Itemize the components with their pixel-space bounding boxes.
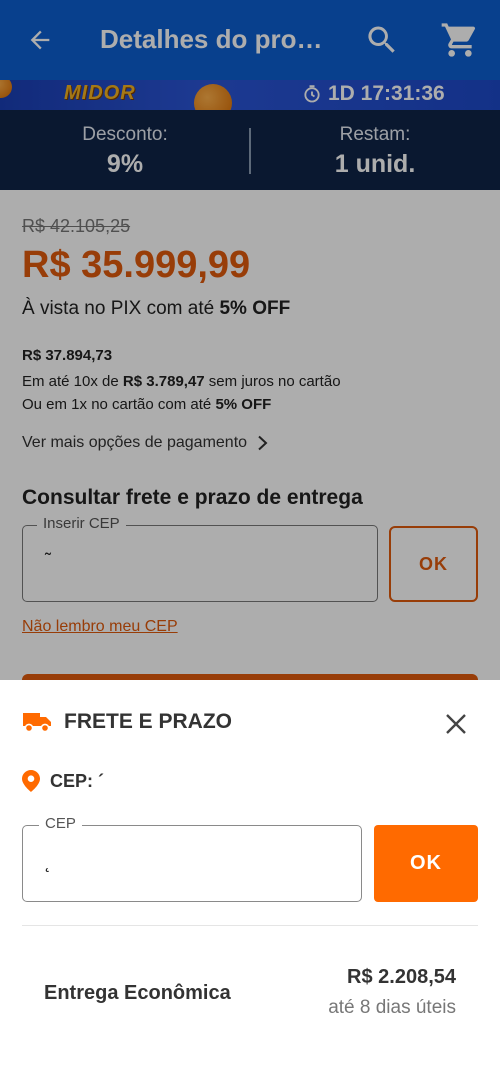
shipping-option-name: Entrega Econômica [44,982,231,1004]
sheet-ok-button[interactable]: OK [374,825,478,902]
truck-icon [23,713,51,733]
current-cep: CEP: ´ [22,770,104,792]
sheet-cep-value: ˛ [45,852,51,872]
close-icon [446,714,466,734]
shipping-option-eta: até 8 dias úteis [328,997,456,1018]
sheet-cep-input[interactable]: CEP ˛ [22,815,362,902]
close-button[interactable] [440,708,472,740]
sheet-title: FRETE E PRAZO [64,710,233,733]
sheet-cep-label: CEP [39,815,82,832]
sheet-header: FRETE E PRAZO [22,710,232,734]
current-cep-label: CEP: ´ [50,770,104,791]
shipping-bottom-sheet: FRETE E PRAZO CEP: ´ CEP ˛ OK Entrega Ec… [0,680,500,1071]
location-pin-icon [22,770,40,792]
shipping-option-price: R$ 2.208,54 [347,966,456,988]
sheet-divider [22,925,478,926]
